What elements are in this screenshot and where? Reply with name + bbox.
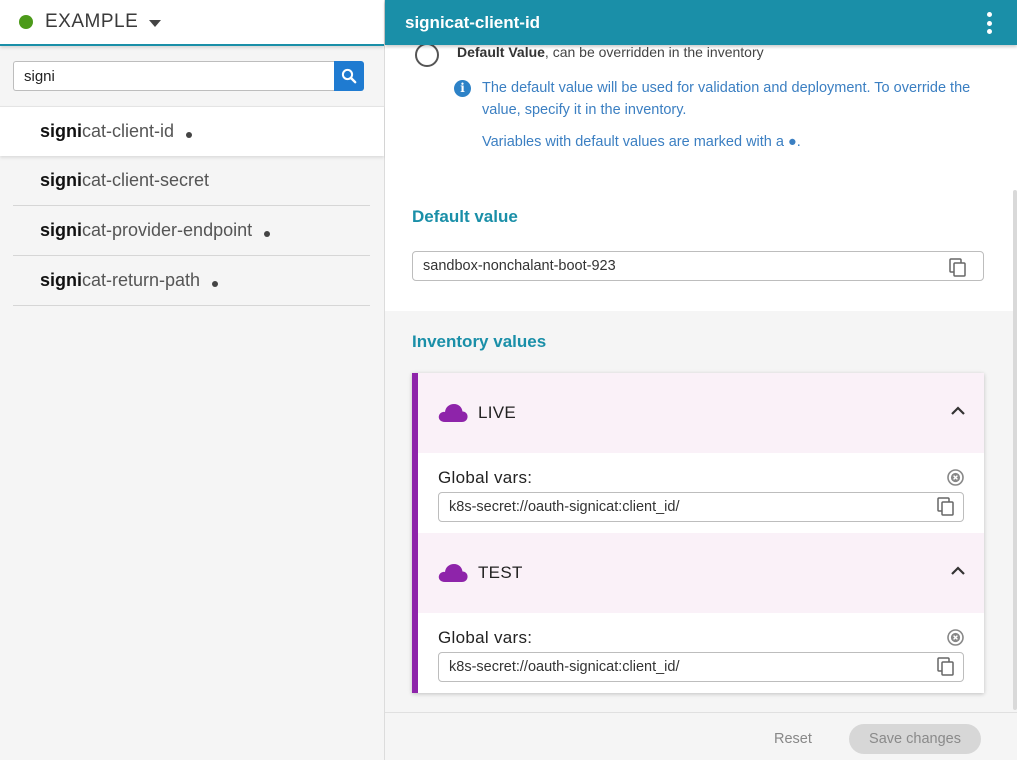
page-title: signicat-client-id xyxy=(405,12,541,32)
info-text-marker: Variables with default values are marked… xyxy=(482,134,801,150)
environment-name: EXAMPLE xyxy=(45,11,139,32)
variable-rest-text: cat-provider-endpoint xyxy=(82,220,253,240)
default-marker-dot xyxy=(264,230,271,237)
cloud-icon xyxy=(438,404,468,422)
search-icon xyxy=(341,68,357,84)
inventory-card: LIVE Global vars: k8s-secret://oauth-sig… xyxy=(412,373,984,693)
default-marker-dot xyxy=(212,280,219,287)
variable-match-text: signi xyxy=(40,170,83,190)
variable-rest-text: cat-return-path xyxy=(82,270,201,290)
default-value-heading: Default value xyxy=(412,207,518,226)
global-vars-label: Global vars: xyxy=(438,628,533,647)
more-options-icon[interactable] xyxy=(987,12,993,34)
chevron-up-icon[interactable] xyxy=(950,406,966,416)
environment-name-live: LIVE xyxy=(478,403,517,422)
environment-row-test[interactable]: TEST xyxy=(418,533,984,613)
copy-icon[interactable] xyxy=(937,497,955,516)
variable-match-text: signi xyxy=(40,220,83,240)
search-button[interactable] xyxy=(334,61,364,91)
variable-list: signi cat-client-id signi cat-client-secre… xyxy=(0,106,384,306)
global-vars-value: k8s-secret://oauth-signicat:client_id/ xyxy=(449,499,680,515)
default-value-radio-label: Default Value, can be overridden in the … xyxy=(457,44,764,60)
title-bar: signicat-client-id xyxy=(385,0,1017,45)
radio-label-bold: Default Value xyxy=(457,44,545,60)
variable-detail-panel: signicat-client-id Default Value, can be… xyxy=(385,0,1017,760)
reset-button[interactable]: Reset xyxy=(774,731,812,747)
sidebar: EXAMPLE signicat-client-id signicat-clie… xyxy=(0,0,385,760)
chevron-up-icon[interactable] xyxy=(950,566,966,576)
info-text: The default value will be used for valid… xyxy=(482,80,971,118)
variable-item[interactable]: signi cat-client-secret xyxy=(13,156,370,206)
global-vars-field[interactable]: k8s-secret://oauth-signicat:client_id/ xyxy=(438,492,964,522)
default-value-radio[interactable] xyxy=(415,43,439,67)
variable-item[interactable]: signi cat-provider-endpoint xyxy=(13,206,370,256)
environment-row-live[interactable]: LIVE xyxy=(418,373,984,453)
search-bar xyxy=(13,61,364,91)
variable-match-text: signi xyxy=(40,270,83,290)
variable-rest-text: cat-client-id xyxy=(82,121,175,141)
default-value-field[interactable]: sandbox-nonchalant-boot-923 xyxy=(412,251,984,281)
default-settings-section: Default Value, can be overridden in the … xyxy=(385,43,1017,311)
remove-icon[interactable] xyxy=(947,469,964,486)
radio-label-text: , can be overridden in the inventory xyxy=(544,44,764,60)
global-vars-field[interactable]: k8s-secret://oauth-signicat:client_id/ xyxy=(438,652,964,682)
variable-item[interactable]: signi cat-client-id xyxy=(0,106,384,156)
variable-item[interactable]: signi cat-return-path xyxy=(13,256,370,306)
default-marker-dot xyxy=(186,131,193,138)
save-changes-button[interactable]: Save changes xyxy=(849,724,981,754)
default-value-text: sandbox-nonchalant-boot-923 xyxy=(423,258,616,274)
remove-icon[interactable] xyxy=(947,629,964,646)
global-vars-value: k8s-secret://oauth-signicat:client_id/ xyxy=(449,659,680,675)
environment-name-test: TEST xyxy=(478,563,523,582)
environment-selector[interactable]: EXAMPLE xyxy=(0,0,384,46)
copy-icon[interactable] xyxy=(949,258,967,277)
info-icon: i xyxy=(454,80,471,97)
copy-icon[interactable] xyxy=(937,657,955,676)
caret-down-icon[interactable] xyxy=(149,19,162,27)
environment-status-dot xyxy=(19,15,33,29)
cloud-icon xyxy=(438,564,468,582)
variable-rest-text: cat-client-secret xyxy=(82,170,210,190)
inventory-values-heading: Inventory values xyxy=(412,332,547,351)
scrollbar[interactable] xyxy=(1013,190,1017,710)
global-vars-label: Global vars: xyxy=(438,468,533,487)
footer-actions: Reset Save changes xyxy=(385,712,1017,760)
variable-match-text: signi xyxy=(40,121,83,141)
search-input[interactable] xyxy=(13,61,334,91)
